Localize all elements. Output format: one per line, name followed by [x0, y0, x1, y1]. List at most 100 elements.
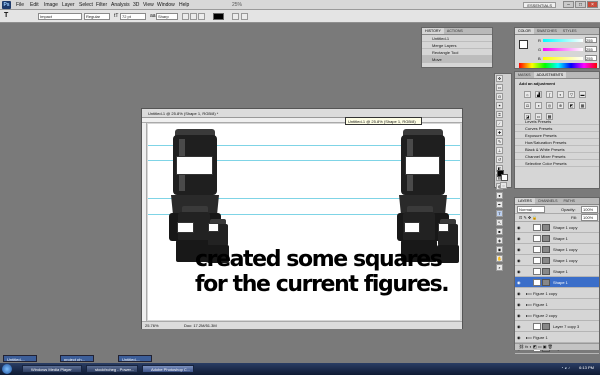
tab-history[interactable]: HISTORY	[422, 28, 444, 34]
exposure-icon[interactable]: ◐	[557, 91, 564, 98]
taskbar-button[interactable]: Windows Media Player	[22, 365, 82, 373]
menu-window[interactable]: Window	[157, 0, 175, 10]
brightness-icon[interactable]: ☼	[524, 91, 531, 98]
taskbar-button[interactable]: Adobe Photoshop C...	[142, 365, 194, 373]
curves-icon[interactable]: ∫	[546, 91, 553, 98]
clock[interactable]: 6:13 PM	[579, 365, 594, 370]
layer-row[interactable]: ◉ Shape 1 copy	[515, 255, 599, 266]
menu-edit[interactable]: Edit	[30, 0, 39, 10]
layer-group-row[interactable]: ◉ ▸▭ Figure 2 copy	[515, 310, 599, 321]
menu-file[interactable]: File	[16, 0, 24, 10]
font-style-select[interactable]: Regular	[84, 13, 110, 20]
preset-item[interactable]: Hue/Saturation Presets	[515, 139, 599, 146]
color-ramp[interactable]	[519, 63, 597, 68]
canvas-text-line-1[interactable]: created some squares	[195, 248, 443, 272]
zoom-level[interactable]: 25%	[232, 0, 242, 10]
align-left-icon[interactable]	[182, 13, 189, 20]
layer-group-row[interactable]: ◉ ▸▭ Figure 1	[515, 332, 599, 343]
red-slider[interactable]	[543, 39, 583, 42]
eye-icon[interactable]: ◉	[517, 269, 522, 274]
tab-swatches[interactable]: SWATCHES	[534, 28, 560, 34]
minimized-doc[interactable]: Untitled-...	[3, 355, 37, 362]
folder-icon[interactable]: ▸▭	[526, 288, 532, 299]
layer-row[interactable]: ◉ Shape 1	[515, 266, 599, 277]
layer-row[interactable]: ◉ Layer 7 copy 3	[515, 321, 599, 332]
white-square[interactable]	[438, 223, 449, 232]
history-item[interactable]: Untitled-1	[422, 35, 492, 42]
menu-layer[interactable]: Layer	[62, 0, 75, 10]
antialias-select[interactable]: Sharp	[156, 13, 178, 20]
layer-row[interactable]: ◉ Shape 1 copy	[515, 222, 599, 233]
font-size-select[interactable]: 72 pt	[120, 13, 146, 20]
eye-icon[interactable]: ◉	[517, 258, 522, 263]
fill-input[interactable]: 100%	[581, 214, 598, 221]
tab-layers[interactable]: LAYERS	[515, 198, 535, 204]
layer-group-row[interactable]: ◉ ▸▭ Figure 1 copy	[515, 288, 599, 299]
workspace-switcher[interactable]: ESSENTIALS	[523, 2, 556, 8]
history-brush-icon[interactable]: ↺	[496, 156, 503, 163]
lock-icons[interactable]: ⊡ ✎ ✥ 🔒	[519, 215, 537, 220]
eye-icon[interactable]: ◉	[517, 335, 522, 340]
history-item[interactable]: Move	[422, 56, 492, 63]
tab-styles[interactable]: STYLES	[560, 28, 580, 34]
zoom-tool-icon[interactable]: ⌕	[496, 264, 503, 271]
tab-channels[interactable]: CHANNELS	[535, 198, 561, 204]
maximize-icon[interactable]: □	[575, 1, 586, 8]
layer-row[interactable]: ◉ Shape 1	[515, 277, 599, 288]
dodge-tool-icon[interactable]: ●	[496, 192, 503, 199]
zoom-readout[interactable]: 25.76%	[145, 322, 159, 330]
tab-actions[interactable]: ACTIONS	[444, 28, 466, 34]
preset-item[interactable]: Black & White Presets	[515, 146, 599, 153]
pen-tool-icon[interactable]: ✒	[496, 201, 503, 208]
opacity-input[interactable]: 100%	[581, 206, 598, 213]
eyedropper-tool-icon[interactable]: ⁄	[496, 120, 503, 127]
quick-mask-icon[interactable]: ◌	[500, 182, 507, 189]
character-panel-icon[interactable]	[241, 13, 248, 20]
3d-camera-icon[interactable]: ◉	[496, 246, 503, 253]
eye-icon[interactable]: ◉	[517, 324, 522, 329]
shape-tool-icon[interactable]: ■	[496, 228, 503, 235]
tab-color[interactable]: COLOR	[515, 28, 534, 34]
folder-icon[interactable]: ▸▭	[526, 310, 532, 321]
canvas-text-line-2[interactable]: for the current figures.	[195, 273, 450, 297]
tab-masks[interactable]: MASKS	[515, 72, 534, 78]
preset-item[interactable]: Levels Presets	[515, 118, 599, 125]
brush-tool-icon[interactable]: ✎	[496, 138, 503, 145]
green-slider[interactable]	[543, 48, 583, 51]
font-family-select[interactable]: Impact	[38, 13, 82, 20]
tray-icons[interactable]: ◔ ◕ ♪	[561, 365, 570, 370]
bw-icon[interactable]: ◑	[535, 102, 542, 109]
move-tool-icon[interactable]: ✥	[496, 75, 503, 82]
text-color-swatch[interactable]	[213, 13, 224, 20]
menu-analysis[interactable]: Analysis	[111, 0, 130, 10]
wand-tool-icon[interactable]: ✶	[496, 102, 503, 109]
posterize-icon[interactable]: ▦	[579, 102, 586, 109]
menu-image[interactable]: Image	[44, 0, 58, 10]
green-value[interactable]: 255	[585, 46, 597, 52]
menu-help[interactable]: Help	[179, 0, 189, 10]
white-square[interactable]	[405, 156, 440, 175]
folder-icon[interactable]: ▸▭	[526, 332, 532, 343]
layers-footer-icons[interactable]: ⛓ fx ◐ ◩ ▭ ▣ 🗑	[515, 343, 599, 350]
blue-value[interactable]: 255	[585, 55, 597, 61]
align-center-icon[interactable]	[190, 13, 197, 20]
tab-paths[interactable]: PATHS	[561, 198, 578, 204]
channel-mixer-icon[interactable]: ⊕	[557, 102, 564, 109]
layer-row[interactable]: ◉ Shape 1 copy	[515, 244, 599, 255]
history-item[interactable]: Rectangle Tool	[422, 49, 492, 56]
invert-icon[interactable]: ◩	[568, 102, 575, 109]
vibrance-icon[interactable]: ▽	[568, 91, 575, 98]
history-item[interactable]: Merge Layers	[422, 42, 492, 49]
color-balance-icon[interactable]: ⚖	[524, 102, 531, 109]
close-icon[interactable]: ×	[587, 1, 598, 8]
eye-icon[interactable]: ◉	[517, 247, 522, 252]
eye-icon[interactable]: ◉	[517, 313, 522, 318]
photo-filter-icon[interactable]: ◎	[546, 102, 553, 109]
preset-item[interactable]: Exposure Presets	[515, 132, 599, 139]
lasso-tool-icon[interactable]: ʘ	[496, 93, 503, 100]
preset-item[interactable]: Channel Mixer Presets	[515, 153, 599, 160]
3d-tool-icon[interactable]: ◈	[496, 237, 503, 244]
menu-filter[interactable]: Filter	[96, 0, 107, 10]
layer-group-row[interactable]: ◉ ▸▭ Figure 1	[515, 299, 599, 310]
stamp-tool-icon[interactable]: ⊥	[496, 147, 503, 154]
